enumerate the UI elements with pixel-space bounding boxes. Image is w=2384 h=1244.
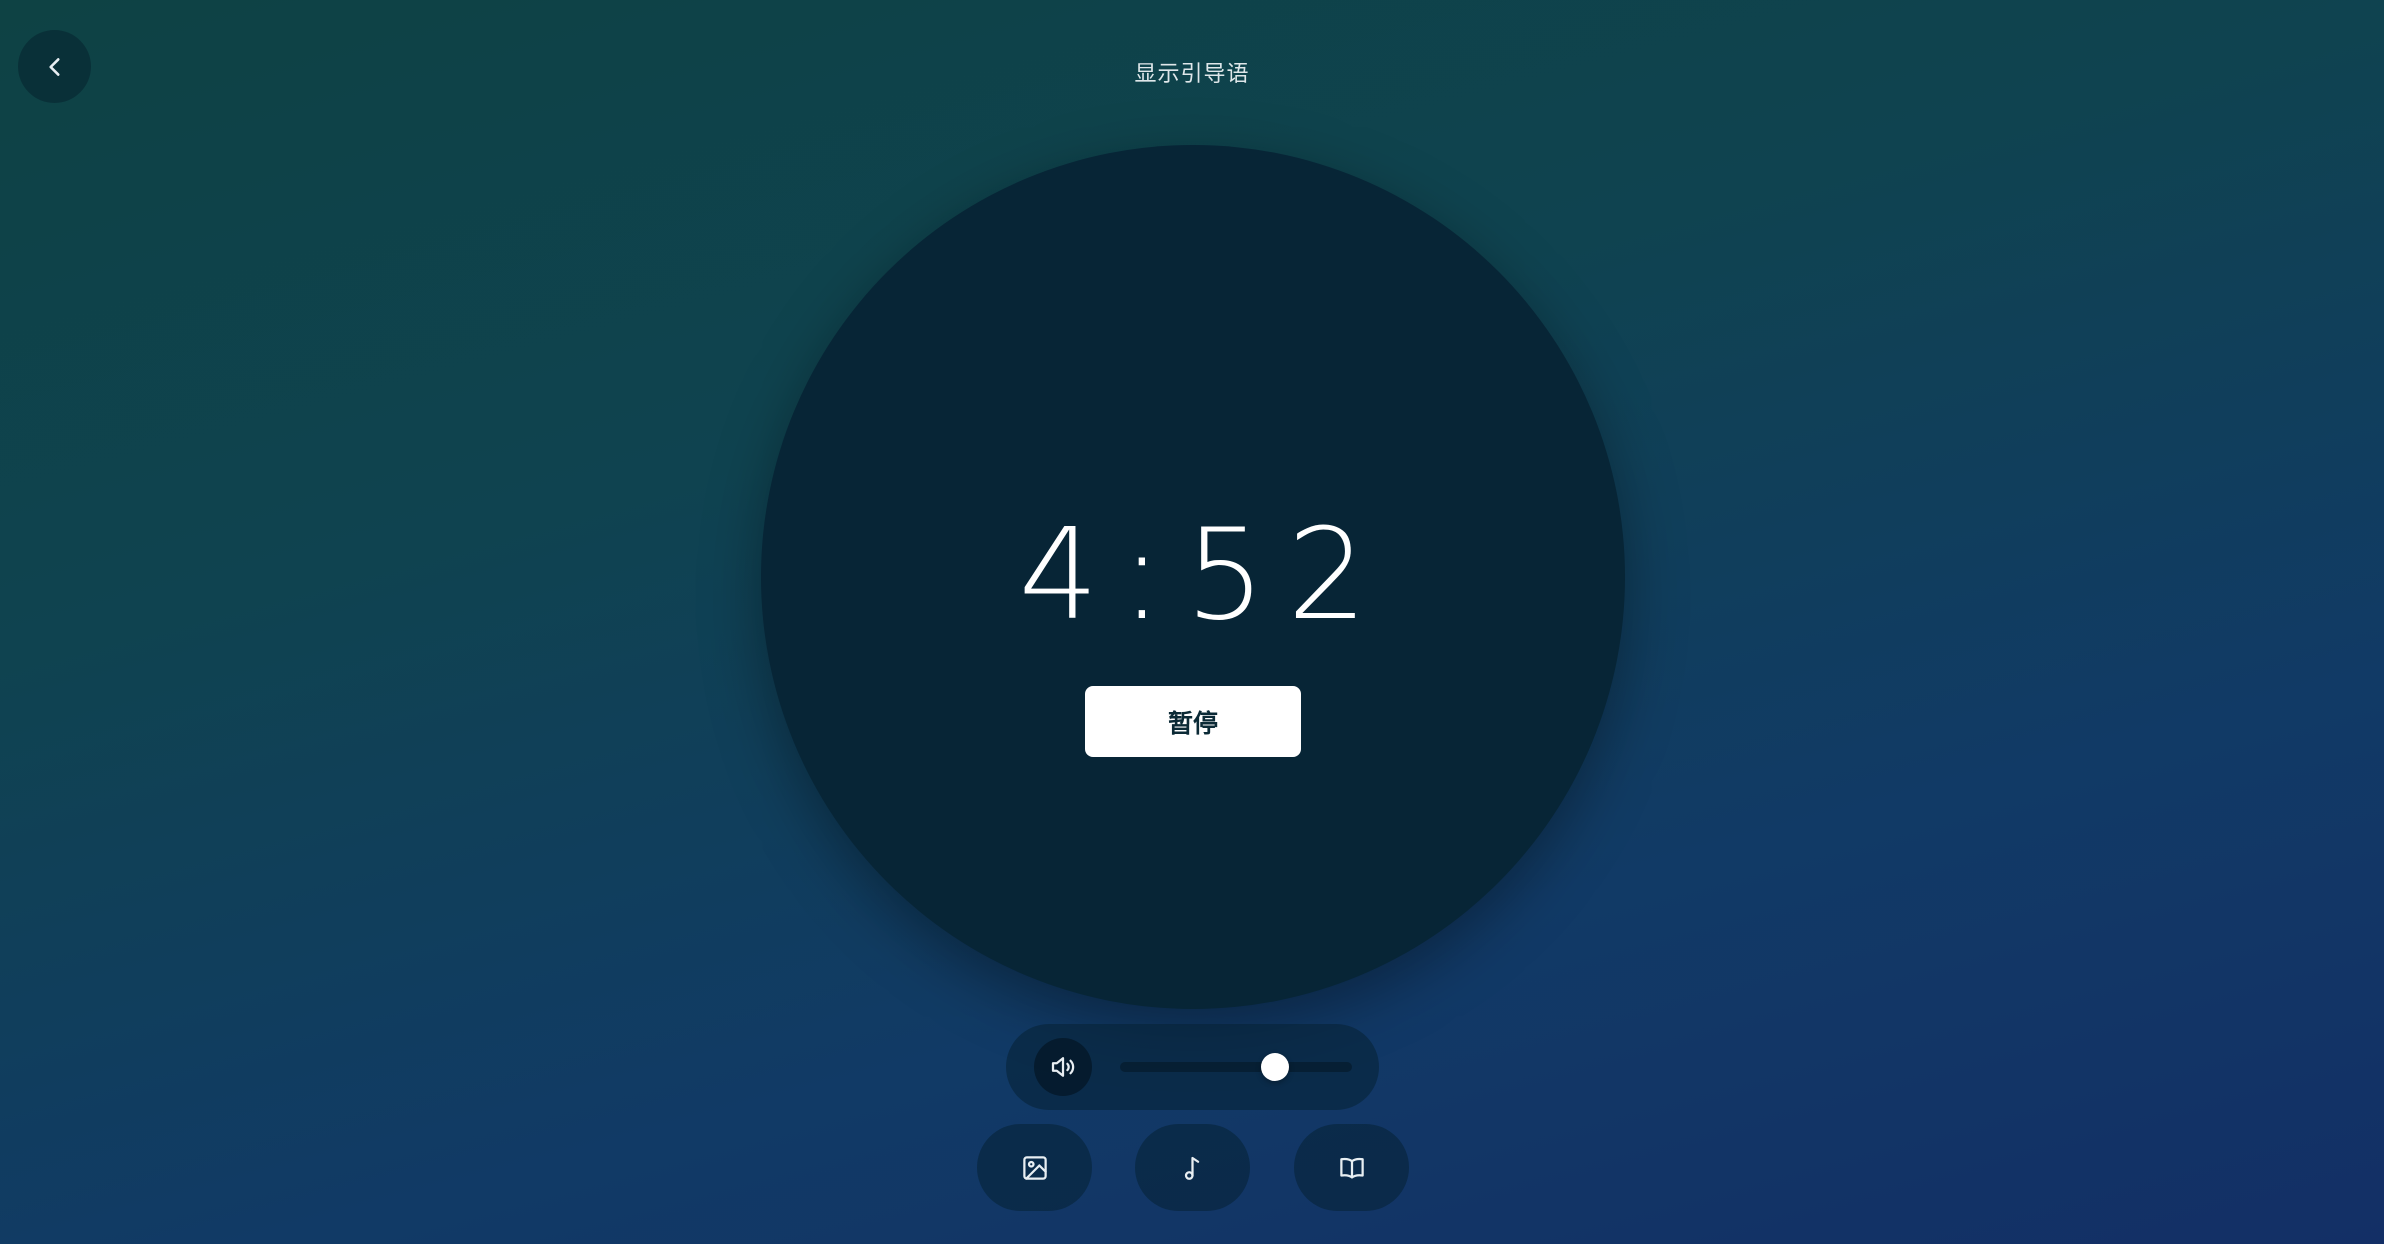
image-icon <box>1022 1155 1047 1180</box>
music-button[interactable] <box>1135 1124 1250 1211</box>
timer-display: 4:52 <box>1018 501 1390 648</box>
volume-control <box>1006 1024 1379 1110</box>
volume-slider[interactable] <box>1120 1053 1352 1081</box>
music-note-icon <box>1184 1156 1199 1180</box>
book-icon <box>1339 1157 1364 1178</box>
background-image-button[interactable] <box>977 1124 1092 1211</box>
volume-icon <box>1051 1057 1075 1077</box>
guided-text-button[interactable] <box>1294 1124 1409 1211</box>
volume-slider-thumb[interactable] <box>1261 1053 1290 1081</box>
show-guidance-toggle[interactable]: 显示引导语 <box>0 56 2384 88</box>
pause-button[interactable]: 暂停 <box>1085 686 1301 757</box>
volume-mute-button[interactable] <box>1034 1038 1092 1096</box>
timer-circle: 4:52 暂停 <box>761 145 1625 1009</box>
